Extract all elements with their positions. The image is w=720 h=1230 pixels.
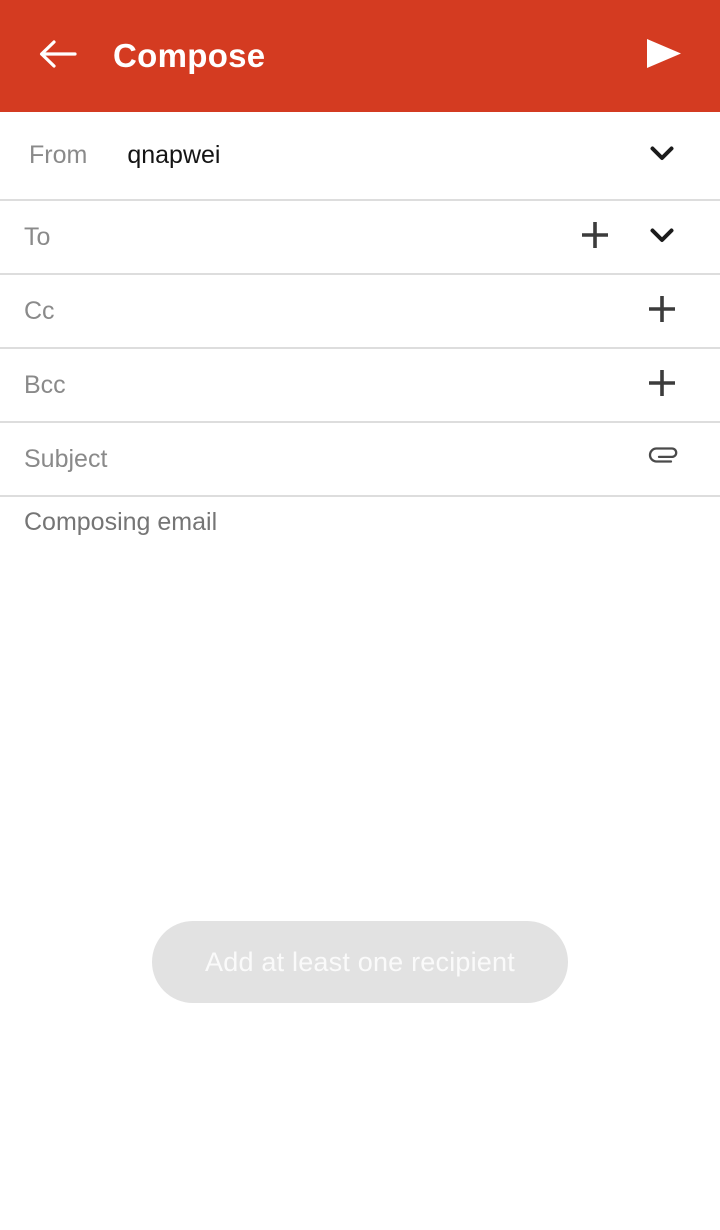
- bcc-add-recipient-button[interactable]: [636, 359, 688, 411]
- email-body-placeholder: Composing email: [24, 508, 218, 536]
- chevron-down-icon: [645, 136, 679, 175]
- toast-message: Add at least one recipient: [205, 946, 515, 977]
- plus-icon: [644, 291, 680, 332]
- field-row-subject[interactable]: Subject: [0, 423, 720, 497]
- from-label: From: [29, 141, 88, 169]
- to-add-recipient-button[interactable]: [569, 211, 621, 263]
- page-title: Compose: [113, 37, 266, 74]
- from-value: qnapwei: [127, 141, 221, 169]
- toast-add-recipient[interactable]: Add at least one recipient: [152, 921, 568, 1003]
- subject-label: Subject: [24, 444, 108, 473]
- to-label: To: [24, 222, 51, 251]
- paperclip-icon: [642, 437, 682, 482]
- cc-add-recipient-button[interactable]: [636, 285, 688, 337]
- field-row-from[interactable]: From qnapwei: [0, 112, 720, 201]
- compose-screen: Compose From qnapwei To Cc Bcc Subject C…: [0, 0, 720, 1230]
- chevron-down-icon: [645, 218, 679, 257]
- field-row-cc[interactable]: Cc: [0, 275, 720, 349]
- plus-icon: [644, 365, 680, 406]
- from-dropdown-button[interactable]: [636, 130, 688, 182]
- field-row-bcc[interactable]: Bcc: [0, 349, 720, 423]
- to-dropdown-button[interactable]: [636, 211, 688, 263]
- attach-file-button[interactable]: [636, 433, 688, 485]
- app-bar: Compose: [0, 0, 720, 112]
- plus-icon: [577, 217, 613, 258]
- compose-fields: From qnapwei To Cc Bcc Subject: [0, 112, 720, 497]
- email-body-area[interactable]: Composing email: [0, 497, 720, 1230]
- send-button[interactable]: [628, 21, 698, 91]
- cc-label: Cc: [24, 296, 55, 325]
- send-icon: [640, 31, 686, 82]
- field-row-to[interactable]: To: [0, 201, 720, 275]
- back-button[interactable]: [22, 21, 92, 91]
- bcc-label: Bcc: [24, 370, 66, 399]
- arrow-left-icon: [35, 32, 79, 81]
